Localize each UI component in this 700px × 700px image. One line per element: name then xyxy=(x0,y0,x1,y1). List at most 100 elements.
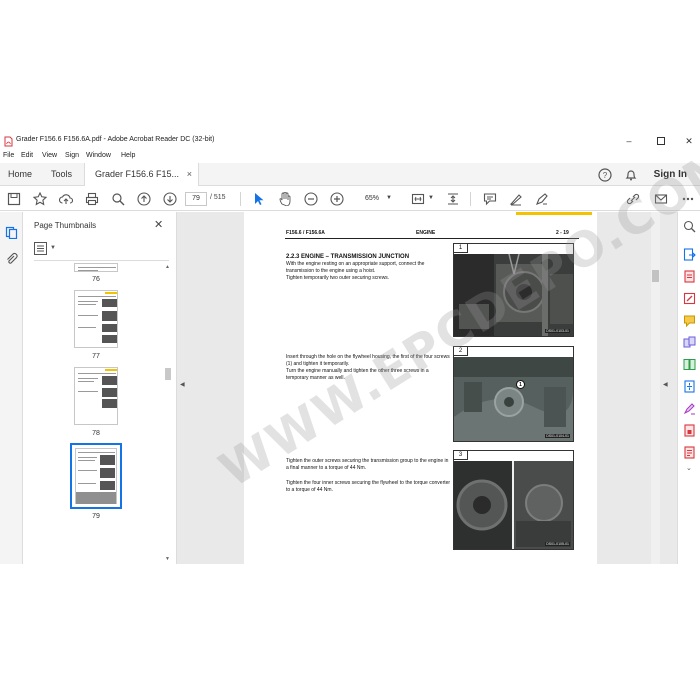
create-pdf-icon[interactable] xyxy=(683,270,696,283)
page-header-right: 2 - 19 xyxy=(556,230,569,236)
menu-bar: File Edit View Sign Window Help xyxy=(0,151,700,163)
paragraph-2: Insert through the hole on the flywheel … xyxy=(286,354,450,381)
paragraph-3: Tighten the outer screws securing the tr… xyxy=(286,458,449,471)
fill-sign-icon[interactable] xyxy=(535,192,549,206)
page-thumbnail-76[interactable] xyxy=(74,263,118,272)
scroll-down-icon[interactable]: ▼ xyxy=(165,556,170,562)
email-icon[interactable] xyxy=(654,192,668,206)
select-cursor-icon[interactable] xyxy=(252,192,266,206)
page-thumbnail-77[interactable] xyxy=(74,290,118,348)
page-number-input[interactable]: 79 xyxy=(185,192,207,206)
tab-home[interactable]: Home xyxy=(8,163,32,186)
figure-number: 3 xyxy=(454,451,468,460)
zoom-level-select[interactable]: 65% xyxy=(355,192,389,206)
page-thumbnail-78[interactable] xyxy=(74,367,118,425)
combine-files-icon[interactable] xyxy=(683,336,696,349)
page-thumbnail-79-selected[interactable] xyxy=(70,443,122,509)
figure-code: DS01-0105-01 xyxy=(545,542,570,546)
scrollbar-thumb[interactable] xyxy=(652,270,659,282)
thumbnail-scrollbar[interactable]: ▲ ▼ xyxy=(164,264,172,564)
figure-number: 1 xyxy=(454,244,468,253)
edit-pdf-icon[interactable] xyxy=(683,292,696,305)
figure-3: 3 DS01-0105-01 xyxy=(453,450,574,550)
tabs-bar: Home Tools Grader F156.6 F15... × ? Sign… xyxy=(0,163,700,186)
page-thumbnail-label: 79 xyxy=(92,513,100,520)
scroll-up-icon[interactable]: ▲ xyxy=(165,264,170,270)
protect-pdf-icon[interactable] xyxy=(683,424,696,437)
page-tab-marker xyxy=(516,212,592,215)
export-pdf-icon[interactable] xyxy=(683,248,696,261)
comment-tool-icon[interactable] xyxy=(683,314,696,327)
previous-page-icon[interactable] xyxy=(137,192,151,206)
paragraph-4: Tighten the four inner screws securing t… xyxy=(286,480,451,493)
tab-tools[interactable]: Tools xyxy=(51,163,72,186)
menu-sign[interactable]: Sign xyxy=(65,152,79,159)
menu-window[interactable]: Window xyxy=(86,152,111,159)
upload-cloud-icon[interactable] xyxy=(59,192,73,206)
prepare-form-icon[interactable] xyxy=(683,446,696,459)
find-search-icon[interactable] xyxy=(111,192,125,206)
acrobat-logo-icon xyxy=(4,136,13,147)
figure-2: 2 1 DS01-0104-01 xyxy=(453,346,574,442)
zoom-search-icon[interactable] xyxy=(683,220,696,233)
left-navigation-rail xyxy=(0,212,23,564)
window-title: Grader F156.6 F156.6A.pdf - Adobe Acroba… xyxy=(16,136,215,143)
highlight-pen-icon[interactable] xyxy=(509,192,523,206)
figure-code: DS01-0103-01 xyxy=(545,329,570,333)
compress-pdf-icon[interactable] xyxy=(683,380,696,393)
minimize-icon[interactable]: – xyxy=(622,135,636,147)
attachment-paperclip-icon[interactable] xyxy=(5,252,18,265)
notifications-bell-icon[interactable] xyxy=(624,168,638,182)
print-icon[interactable] xyxy=(85,192,99,206)
maximize-icon[interactable] xyxy=(654,135,668,147)
figure-code: DS01-0104-01 xyxy=(545,434,570,438)
menu-file[interactable]: File xyxy=(3,152,14,159)
transmission-screws-photo xyxy=(454,461,573,549)
organize-pages-icon[interactable] xyxy=(683,358,696,371)
tab-document[interactable]: Grader F156.6 F15... × xyxy=(84,163,199,186)
figure-1: 1 DS01-0103-01 xyxy=(453,243,574,337)
menu-view[interactable]: View xyxy=(42,152,57,159)
chevron-down-icon[interactable]: ▼ xyxy=(428,195,434,201)
flywheel-housing-photo xyxy=(454,357,573,441)
panel-title: Page Thumbnails xyxy=(34,221,97,230)
next-page-icon[interactable] xyxy=(163,192,177,206)
tab-close-icon[interactable]: × xyxy=(187,163,192,186)
callout-marker: 1 xyxy=(516,380,525,389)
help-icon[interactable]: ? xyxy=(598,168,612,182)
fit-page-icon[interactable] xyxy=(411,192,425,206)
save-icon[interactable] xyxy=(7,192,21,206)
main-toolbar: 79 / 515 65% ▼ ▼ xyxy=(0,187,700,211)
page-thumbnails-icon[interactable] xyxy=(5,226,18,239)
chevron-down-icon[interactable]: ▼ xyxy=(386,195,392,201)
page-thumbnails-panel: Page Thumbnails ✕ ▼ 76 77 78 79 ▲ ▼ xyxy=(23,212,177,564)
comment-icon[interactable] xyxy=(483,192,497,206)
menu-edit[interactable]: Edit xyxy=(21,152,33,159)
collapse-left-pane-icon[interactable]: ◀ xyxy=(180,381,185,388)
collapse-right-pane-icon[interactable]: ◀ xyxy=(663,381,668,388)
page-thumbnail-label: 76 xyxy=(92,276,100,283)
bookmark-star-icon[interactable] xyxy=(33,192,47,206)
panel-close-icon[interactable]: ✕ xyxy=(154,218,163,231)
close-icon[interactable]: ✕ xyxy=(682,135,696,147)
hand-tool-icon[interactable] xyxy=(278,192,292,206)
toolbar-divider xyxy=(240,192,241,206)
menu-help[interactable]: Help xyxy=(121,152,135,159)
zoom-out-icon[interactable] xyxy=(304,192,318,206)
zoom-in-icon[interactable] xyxy=(330,192,344,206)
panel-divider xyxy=(34,260,169,261)
chevron-down-icon[interactable]: ⌄ xyxy=(686,464,692,472)
pdf-page: F156.6 / F156.6A ENGINE 2 - 19 2.2.3 ENG… xyxy=(244,212,597,564)
fill-and-sign-icon[interactable] xyxy=(683,402,696,415)
scrolling-mode-icon[interactable] xyxy=(446,192,460,206)
svg-text:?: ? xyxy=(603,171,608,180)
share-link-icon[interactable] xyxy=(626,192,640,206)
page-thumbnail-label: 78 xyxy=(92,430,100,437)
chevron-down-icon[interactable]: ▼ xyxy=(50,245,56,251)
header-rule xyxy=(285,238,579,239)
scrollbar-thumb[interactable] xyxy=(165,368,171,380)
more-options-icon[interactable] xyxy=(681,192,695,206)
sign-in-button[interactable]: Sign In xyxy=(654,163,687,186)
page-thumbnail-label: 77 xyxy=(92,353,100,360)
document-scrollbar[interactable] xyxy=(651,212,660,564)
